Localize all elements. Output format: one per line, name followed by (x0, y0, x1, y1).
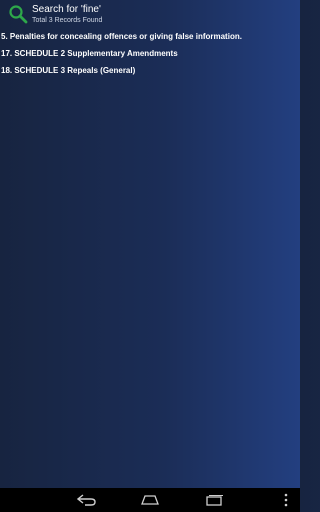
search-icon[interactable] (8, 4, 28, 24)
overflow-menu-icon[interactable] (280, 492, 292, 508)
home-icon[interactable] (140, 492, 160, 508)
back-icon[interactable] (77, 492, 97, 508)
action-bar: Search for 'fine' Total 3 Records Found (0, 0, 300, 28)
list-item[interactable]: 18. SCHEDULE 3 Repeals (General) (0, 64, 300, 81)
list-item[interactable]: 5. Penalties for concealing offences or … (0, 30, 300, 47)
title-block: Search for 'fine' Total 3 Records Found (32, 4, 103, 25)
results-count: Total 3 Records Found (32, 17, 103, 24)
list-item[interactable]: 17. SCHEDULE 2 Supplementary Amendments (0, 47, 300, 64)
search-title: Search for 'fine' (32, 4, 101, 15)
results-list: 5. Penalties for concealing offences or … (0, 30, 300, 81)
system-nav-bar (0, 488, 300, 512)
recent-apps-icon[interactable] (204, 492, 224, 508)
